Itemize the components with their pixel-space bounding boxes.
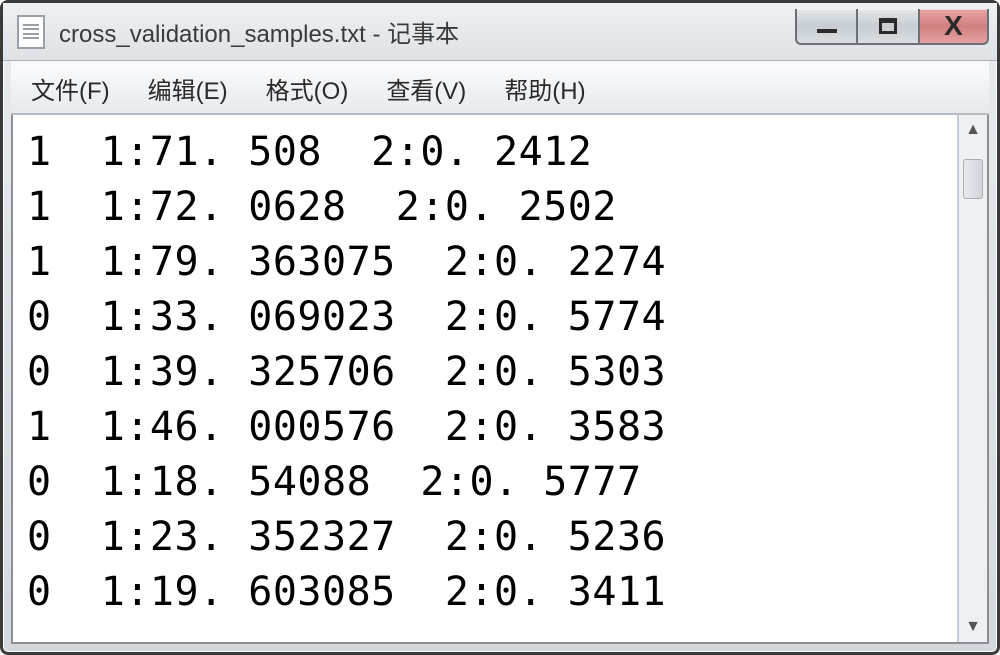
maximize-button[interactable] [857, 9, 919, 45]
caption-buttons: X [795, 9, 989, 45]
minimize-icon [817, 29, 837, 33]
menu-format[interactable]: 格式(O) [266, 71, 349, 106]
notepad-icon [17, 15, 45, 49]
notepad-window: cross_validation_samples.txt - 记事本 X 文件(… [0, 0, 1000, 655]
editor-wrapper: 1 1:71. 508 2:0. 2412 1 1:72. 0628 2:0. … [11, 115, 989, 644]
menu-edit[interactable]: 编辑(E) [148, 71, 228, 106]
scroll-thumb[interactable] [963, 159, 983, 199]
window-title: cross_validation_samples.txt - 记事本 [59, 14, 795, 49]
menu-bar: 文件(F) 编辑(E) 格式(O) 查看(V) 帮助(H) [11, 61, 989, 115]
maximize-icon [879, 18, 897, 34]
menu-help[interactable]: 帮助(H) [504, 71, 585, 106]
text-area[interactable]: 1 1:71. 508 2:0. 2412 1 1:72. 0628 2:0. … [13, 115, 957, 642]
close-icon: X [944, 12, 963, 40]
menu-file[interactable]: 文件(F) [31, 71, 110, 106]
menu-view[interactable]: 查看(V) [386, 71, 466, 106]
scroll-down-icon[interactable]: ▼ [959, 612, 987, 642]
vertical-scrollbar[interactable]: ▲ ▼ [957, 115, 987, 642]
title-bar[interactable]: cross_validation_samples.txt - 记事本 X [3, 3, 997, 61]
close-button[interactable]: X [919, 9, 989, 45]
minimize-button[interactable] [795, 9, 857, 45]
scroll-up-icon[interactable]: ▲ [959, 115, 987, 145]
